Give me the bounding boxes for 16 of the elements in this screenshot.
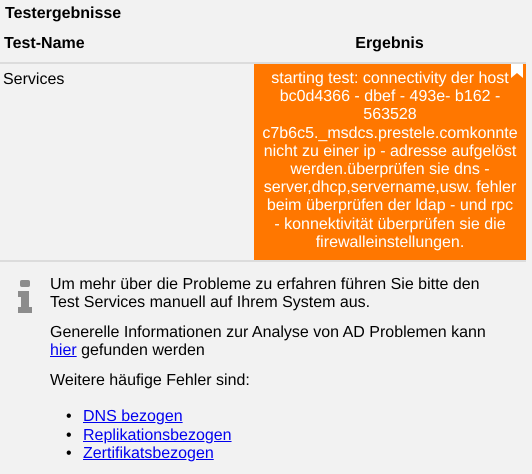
error-link[interactable]: Zertifikatsbezogen bbox=[83, 445, 214, 464]
bullet: • bbox=[66, 426, 73, 446]
error-link[interactable]: Replikationsbezogen bbox=[83, 426, 232, 446]
error-link[interactable]: DNS bezogen bbox=[83, 408, 183, 427]
bullet: • bbox=[66, 408, 73, 427]
bookmark-icon bbox=[511, 64, 523, 78]
page-title: Testergebnisse bbox=[4, 4, 122, 24]
help-link[interactable]: hier bbox=[50, 342, 77, 360]
info-text: Weitere häufige Fehler sind: bbox=[50, 372, 251, 390]
info-text: Generelle Informationen zur Analyse von AD Problemen kann hier gefunden werden bbox=[50, 324, 487, 360]
info-text: Um mehr über die Probleme zu erfahren führen Sie bitte den Test Services manuell auf Ihrem System aus. bbox=[50, 276, 481, 312]
result-cell: starting test: connectivity der host bc0d4366 - dbef - 493e- b162 - 563528 c7b6c5._msdcs.prestele.comkonnte nicht zu einer ip - adresse aufgelöst werden.überprüfen sie dns - server,dhcp,servername,usw. fehler beim überprüfen der ldap - und rpc - konnektivität überprüfen sie die firewalleinstellungen. bbox=[253, 63, 526, 262]
bullet: • bbox=[66, 445, 73, 464]
column-header: Test-Name bbox=[0, 26, 253, 63]
info-icon bbox=[17, 280, 33, 314]
column-header: Ergebnis bbox=[253, 26, 526, 63]
